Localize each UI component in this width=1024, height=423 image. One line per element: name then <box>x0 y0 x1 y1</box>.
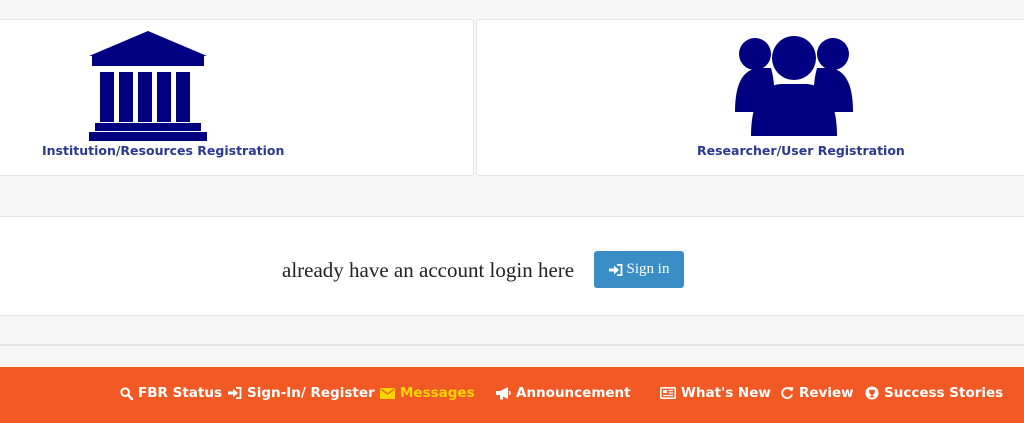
login-prompt: already have an account login here <box>282 258 575 282</box>
nav-announcement-label: Announcement <box>516 385 631 401</box>
institution-registration-label[interactable]: Institution/Resources Registration <box>42 143 284 158</box>
search-icon <box>120 386 133 400</box>
envelope-icon <box>380 387 395 399</box>
nav-fbr-status-label: FBR Status <box>138 385 222 401</box>
nav-review-label: Review <box>799 385 854 401</box>
nav-success-stories-label: Success Stories <box>884 385 1004 401</box>
nav-messages-label: Messages <box>400 385 475 401</box>
newspaper-icon <box>660 387 676 399</box>
institution-building-icon <box>89 31 207 141</box>
bullhorn-icon <box>496 387 511 400</box>
nav-whats-new[interactable]: What's New <box>660 367 771 419</box>
researcher-registration-card[interactable]: Researcher/User Registration <box>476 19 1024 176</box>
sign-in-label: Sign in <box>626 261 670 277</box>
nav-sign-in-register-label: Sign-In/ Register <box>247 385 375 401</box>
sign-in-icon <box>608 263 622 276</box>
nav-fbr-status[interactable]: FBR Status <box>120 367 222 419</box>
login-section: already have an account login here Sign … <box>0 216 1024 316</box>
footer-navigation-bar: FBR Status Sign-In/ Register Messages An… <box>0 367 1024 423</box>
nav-whats-new-label: What's New <box>681 385 771 401</box>
trophy-icon <box>865 386 879 400</box>
nav-messages[interactable]: Messages <box>380 367 475 419</box>
nav-sign-in-register[interactable]: Sign-In/ Register <box>228 367 375 419</box>
nav-announcement[interactable]: Announcement <box>495 367 631 419</box>
nav-success-stories[interactable]: Success Stories <box>865 367 1003 419</box>
institution-registration-card[interactable]: Institution/Resources Registration <box>0 19 474 176</box>
sign-in-button[interactable]: Sign in <box>594 251 684 288</box>
researcher-registration-label[interactable]: Researcher/User Registration <box>697 143 905 158</box>
section-divider <box>0 344 1024 346</box>
sign-in-icon <box>228 387 242 399</box>
refresh-icon <box>781 387 794 399</box>
nav-review[interactable]: Review <box>780 367 854 419</box>
users-group-icon <box>735 36 853 136</box>
